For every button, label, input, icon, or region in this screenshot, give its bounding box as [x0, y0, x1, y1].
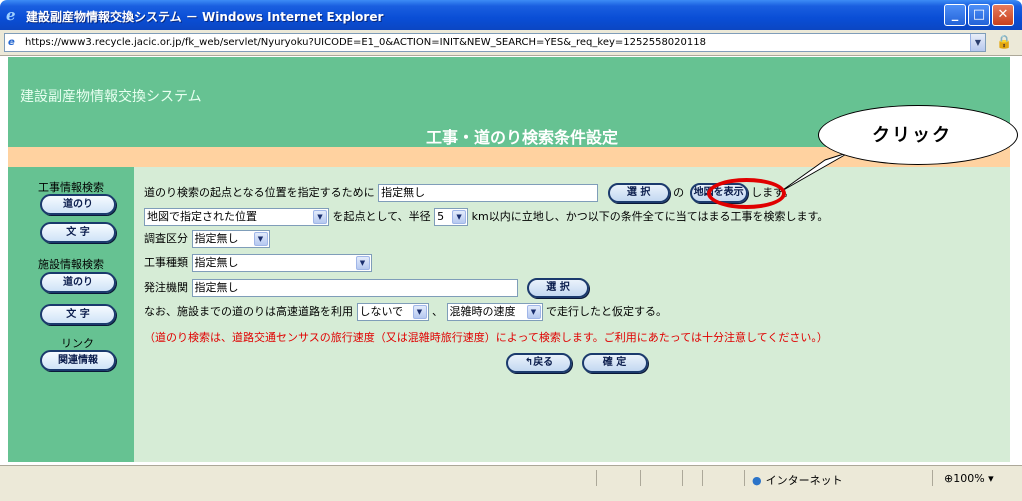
sidebar-label-facility: 施設情報検索 [38, 258, 104, 271]
back-label: 戻る [533, 357, 554, 368]
window-title-bar: ℯ 建設副産物情報交換システム － Windows Internet Explo… [0, 0, 1022, 30]
url-field[interactable]: e https://www3.recycle.jacic.or.jp/fk_web… [4, 33, 986, 52]
status-separator [702, 470, 703, 486]
confirm-button[interactable]: 確 定 [581, 353, 648, 373]
address-dropdown-icon[interactable]: ▼ [970, 34, 985, 51]
sidebar-label-link: リンク [61, 337, 94, 350]
agency-label: 発注機関 [144, 281, 188, 294]
address-bar: e https://www3.recycle.jacic.or.jp/fk_web… [0, 30, 1022, 56]
status-bar: ● インターネット ⊕100% ▾ [0, 465, 1022, 501]
highway-prefix: なお、施設までの道のりは高速道路を利用 [144, 305, 353, 318]
security-zone: ● インターネット [752, 472, 843, 488]
chevron-down-icon: ▼ [412, 305, 427, 319]
sidebar-facility-text-button[interactable]: 文 字 [40, 304, 116, 325]
search-form: 道のり検索の起点となる位置を指定するために 指定無し 選 択 の 地図を表示 し… [134, 167, 1010, 498]
close-button[interactable]: ✕ [992, 4, 1014, 26]
work-type-row: 工事種類 指定無し ▼ [144, 254, 372, 272]
status-separator [744, 470, 745, 486]
maximize-button[interactable]: □ [968, 4, 990, 26]
origin-mode-select[interactable]: 地図で指定された位置 ▼ [144, 208, 329, 226]
speed-select[interactable]: 混雑時の速度 ▼ [446, 303, 543, 321]
chevron-down-icon: ▼ [452, 210, 467, 224]
ie-icon: ℯ [6, 6, 16, 24]
highway-suffix: で走行したと仮定する。 [546, 305, 667, 318]
agency-row: 発注機関 指定無し 選 択 [144, 278, 589, 298]
page-icon: e [8, 37, 15, 48]
origin-no: の [673, 186, 685, 199]
radius-select[interactable]: 5 ▼ [434, 208, 469, 226]
sidebar-label-construction: 工事情報検索 [38, 181, 104, 194]
status-separator [640, 470, 641, 486]
sidebar-route-button[interactable]: 道のり [40, 194, 116, 215]
origin-select-button[interactable]: 選 択 [607, 183, 670, 203]
back-button[interactable]: ↰戻る [506, 353, 572, 373]
highway-comma: 、 [432, 305, 443, 318]
radius-middle-text: を起点として、半径 [332, 210, 431, 223]
speed-value: 混雑時の速度 [449, 305, 516, 318]
highway-value: しないで [359, 305, 404, 318]
system-name: 建設副産物情報交換システム [20, 89, 202, 105]
survey-label: 調査区分 [144, 232, 188, 245]
status-separator [596, 470, 597, 486]
zone-text: インターネット [765, 474, 843, 487]
action-buttons: ↰戻る 確 定 [506, 353, 648, 373]
work-type-value: 指定無し [194, 256, 239, 269]
radius-suffix-text: km以内に立地し、かつ以下の条件全てに当てはまる工事を検索します。 [471, 210, 829, 223]
url-text: https://www3.recycle.jacic.or.jp/fk_web/… [25, 37, 706, 48]
zoom-icon: ⊕ [944, 472, 954, 485]
origin-prefix: 道のり検索の起点となる位置を指定するために [144, 186, 375, 199]
survey-row: 調査区分 指定無し ▼ [144, 230, 270, 248]
origin-row: 道のり検索の起点となる位置を指定するために 指定無し 選 択 の 地図を表示 し… [144, 183, 794, 203]
survey-select[interactable]: 指定無し ▼ [191, 230, 270, 248]
sidebar-related-button[interactable]: 関連情報 [40, 350, 116, 371]
chevron-down-icon: ▼ [313, 210, 327, 224]
callout-text: クリック [872, 125, 952, 146]
sidebar-facility-route-button[interactable]: 道のり [40, 272, 116, 293]
globe-icon: ● [752, 474, 762, 487]
back-arrow-icon: ↰ [524, 357, 534, 368]
agency-select-button[interactable]: 選 択 [527, 278, 589, 298]
zoom-control[interactable]: ⊕100% ▾ [944, 472, 994, 485]
lock-icon[interactable]: 🔒 [996, 35, 1012, 51]
work-type-select[interactable]: 指定無し ▼ [191, 254, 372, 272]
origin-field[interactable]: 指定無し [378, 184, 599, 202]
chevron-down-icon: ▼ [253, 232, 268, 246]
chevron-down-icon: ▼ [526, 305, 541, 319]
sidebar-text-button[interactable]: 文 字 [40, 222, 116, 243]
sidebar: 工事情報検索 道のり 文 字 施設情報検索 道のり 文 字 リンク 関連情報 [8, 167, 134, 462]
window-title: 建設副産物情報交換システム － Windows Internet Explore… [26, 10, 384, 24]
page-title: 工事・道のり検索条件設定 [426, 128, 619, 147]
highway-select[interactable]: しないで ▼ [356, 303, 429, 321]
origin-mode-value: 地図で指定された位置 [147, 210, 257, 223]
notice-text: （道のり検索は、道路交通センサスの旅行速度（又は混雑時旅行速度）によって検索しま… [144, 331, 828, 344]
minimize-button[interactable]: _ [944, 4, 966, 26]
agency-field[interactable]: 指定無し [191, 279, 518, 297]
highlight-ellipse [707, 178, 786, 209]
radius-value: 5 [437, 210, 445, 223]
highway-row: なお、施設までの道のりは高速道路を利用 しないで ▼ 、 混雑時の速度 ▼ で走行し… [144, 303, 667, 321]
status-separator [682, 470, 683, 486]
work-type-label: 工事種類 [144, 256, 188, 269]
status-separator [932, 470, 933, 486]
radius-row: 地図で指定された位置 ▼ を起点として、半径 5 ▼ km以内に立地し、かつ以下の条… [144, 208, 828, 226]
survey-value: 指定無し [194, 232, 239, 245]
zoom-value: 100% [953, 472, 985, 485]
chevron-down-icon: ▼ [355, 256, 370, 270]
